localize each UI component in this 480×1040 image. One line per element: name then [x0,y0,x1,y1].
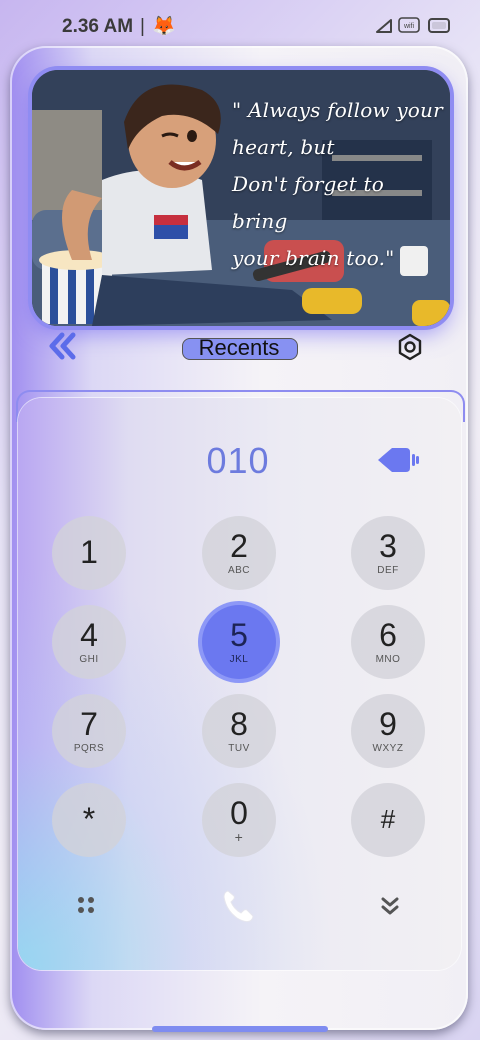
signal-icon [376,19,392,33]
dialpad-key-2[interactable]: 2 ABC [202,516,276,590]
quote-line: Don't forget to bring [232,172,384,233]
backspace-icon[interactable] [376,446,420,474]
recents-tab-label[interactable]: Recents [182,335,296,361]
dialpad-key-hash[interactable]: # [351,783,425,857]
status-separator: | [140,16,145,37]
dialpad-key-8[interactable]: 8 TUV [202,694,276,768]
wallpaper-image: " Always follow your heart, but Don't fo… [32,70,450,326]
status-time: 2.36 AM [62,16,134,37]
dialpad-key-4[interactable]: 4 GHI [52,605,126,679]
double-chevron-down-icon[interactable] [380,896,400,916]
wifi-icon: wifi [398,17,420,33]
dialpad-key-6[interactable]: 6 MNO [351,605,425,679]
status-bar: 2.36 AM | 🦊 wifi [0,0,480,52]
dialpad-key-1[interactable]: 1 [52,516,126,590]
dialpad-key-3[interactable]: 3 DEF [351,516,425,590]
apps-grid-icon[interactable] [77,896,95,914]
double-chevron-left-icon[interactable] [48,332,78,360]
wallpaper-quote: " Always follow your heart, but Don't fo… [232,92,444,277]
fox-icon: 🦊 [152,16,176,37]
battery-icon [428,18,450,33]
quote-line: your brain too." [232,246,395,270]
dialpad-key-0[interactable]: 0 + [202,783,276,857]
quote-line: " Always follow your [232,98,443,122]
dialpad-key-star[interactable]: * [52,783,126,857]
dialpad-key-5[interactable]: 5 JKL [202,605,276,679]
settings-icon[interactable] [396,333,424,361]
dialer-panel [18,398,461,970]
quote-line: heart, but [232,135,335,159]
svg-text:wifi: wifi [403,23,415,30]
phone-icon[interactable] [220,888,256,924]
dialpad-key-7[interactable]: 7 PQRS [52,694,126,768]
dialpad-key-9[interactable]: 9 WXYZ [351,694,425,768]
dialed-number[interactable]: 010 [160,440,316,482]
home-indicator[interactable] [152,1026,328,1032]
